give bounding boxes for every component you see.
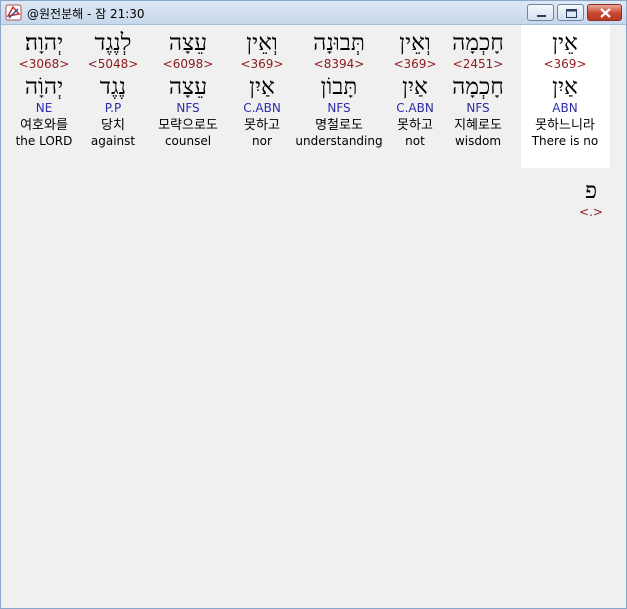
parse-code[interactable]: ABN xyxy=(515,101,615,116)
english-gloss[interactable]: the LORD xyxy=(0,134,94,149)
strong-number[interactable]: <3068> xyxy=(0,57,94,72)
lemma-word[interactable]: יְהוָֹה xyxy=(0,73,94,101)
lemma-word[interactable]: אַיִן xyxy=(515,73,615,101)
word-column[interactable]: אֵין <369> אַיִן ABN 못하느니라 There is no xyxy=(515,29,615,149)
maximize-button[interactable] xyxy=(557,4,584,21)
close-icon xyxy=(600,8,611,18)
strong-number[interactable]: <369> xyxy=(515,57,615,72)
maximize-icon xyxy=(566,9,577,18)
parse-code[interactable]: NE xyxy=(0,101,94,116)
hebrew-word[interactable]: פ xyxy=(566,177,616,205)
minimize-icon xyxy=(537,15,546,17)
minimize-button[interactable] xyxy=(527,4,554,21)
title-bar[interactable]: @원전분해 - 잠 21:30 xyxy=(1,1,626,25)
window-title: @원전분해 - 잠 21:30 xyxy=(27,7,145,21)
english-gloss[interactable]: There is no xyxy=(515,134,615,149)
app-window: @원전분해 - 잠 21:30 אֵין <369> אַיִן ABN 못하느니라 Th… xyxy=(0,0,627,609)
word-column[interactable]: יְהוָה׃ <3068> יְהוָֹה NE 여호와를 the LORD xyxy=(0,29,94,149)
section-marker: פ <.> xyxy=(566,177,616,220)
hebrew-word[interactable]: יְהוָה׃ xyxy=(0,29,94,57)
close-button[interactable] xyxy=(587,4,622,21)
hebrew-word[interactable]: אֵין xyxy=(515,29,615,57)
app-icon xyxy=(5,4,22,21)
korean-gloss[interactable]: 여호와를 xyxy=(0,117,94,134)
strong-number[interactable]: <.> xyxy=(566,205,616,220)
korean-gloss[interactable]: 못하느니라 xyxy=(515,117,615,134)
